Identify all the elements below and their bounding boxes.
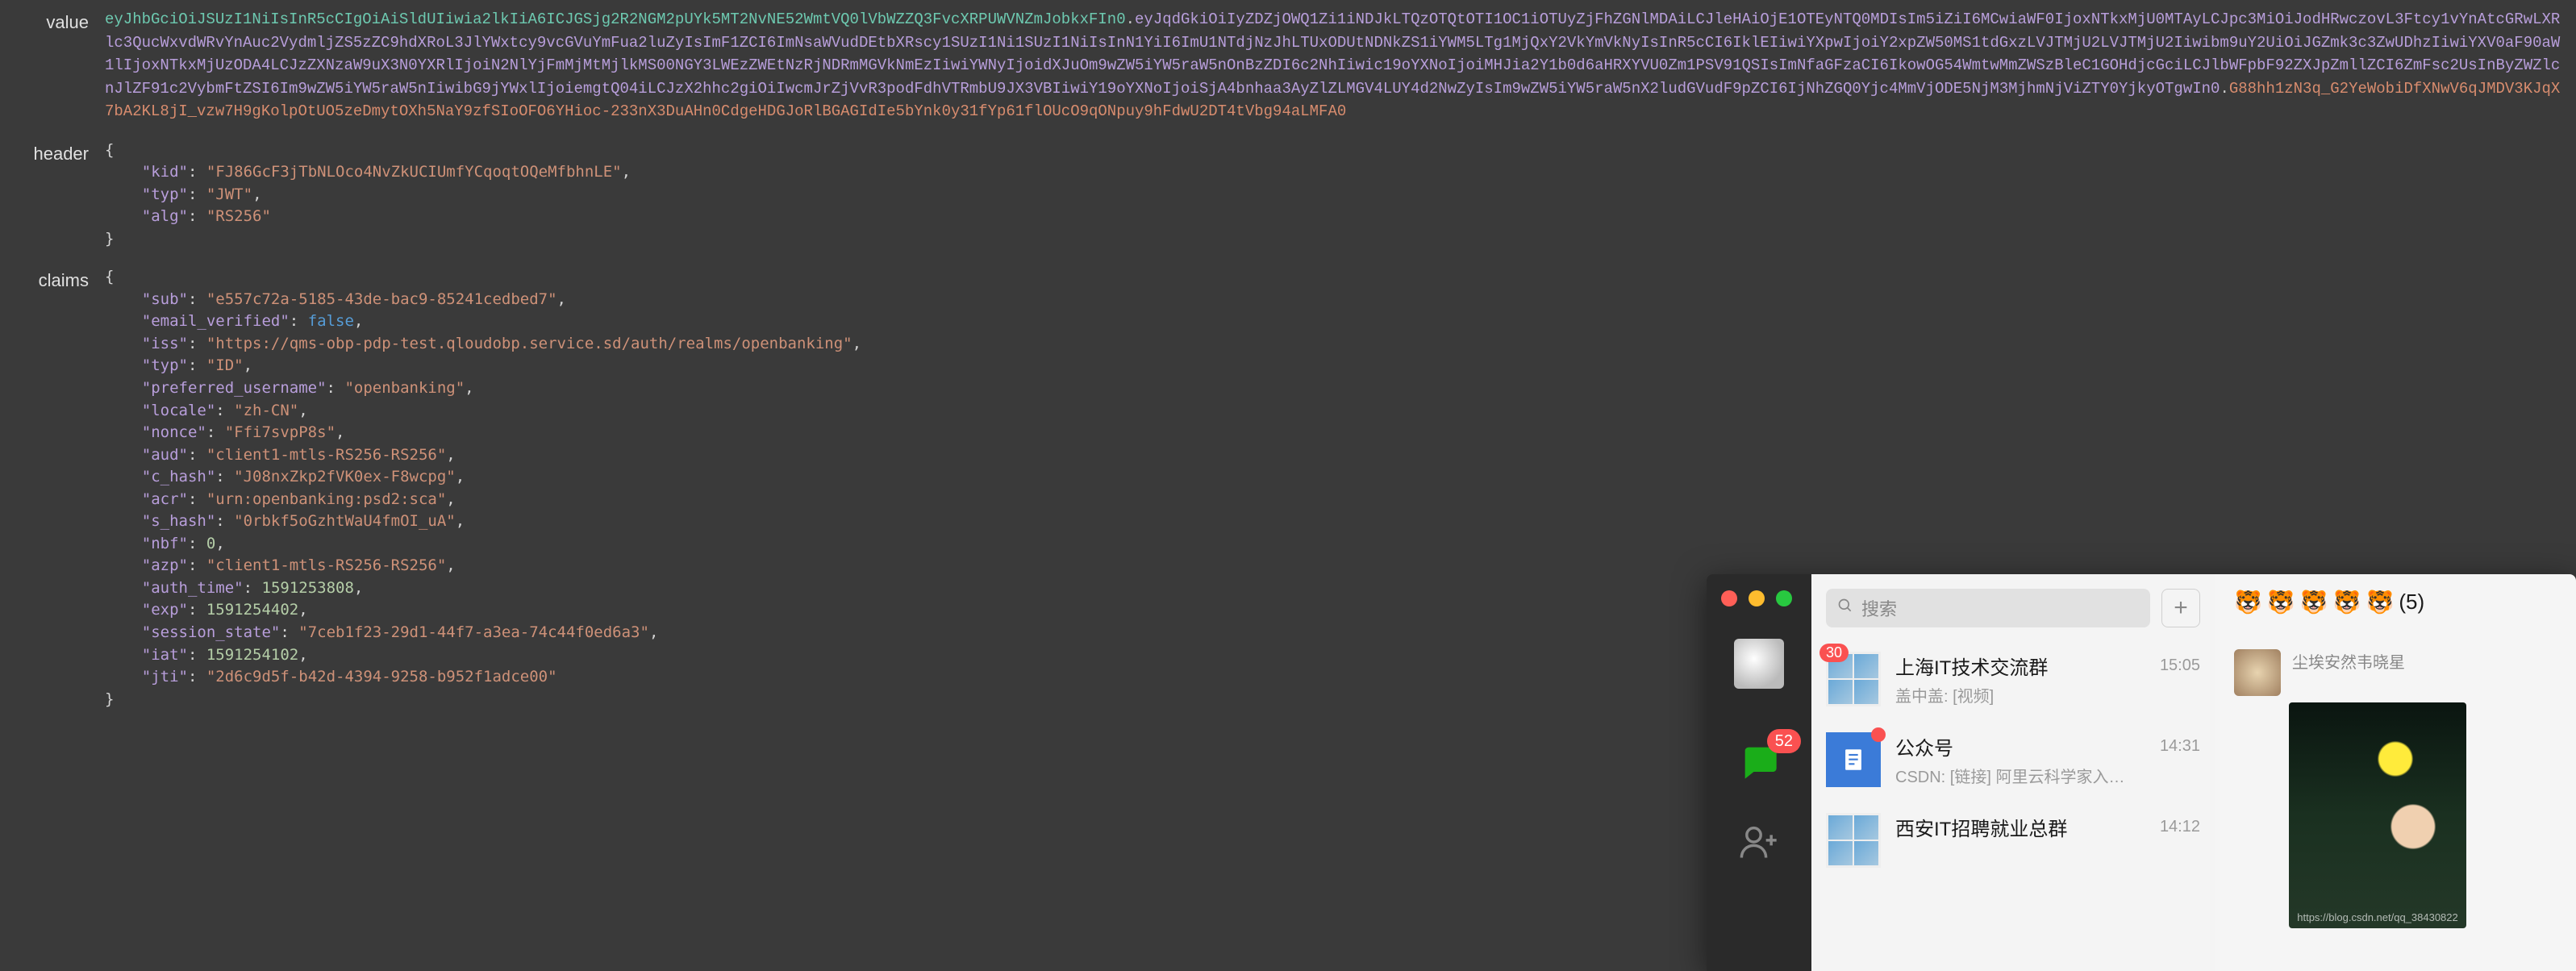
message-image[interactable]: https://blog.csdn.net/qq_38430822 [2289, 702, 2466, 928]
chat-time: 15:05 [2160, 656, 2200, 675]
chat-info: 西安IT招聘就业总群 14:12 [1895, 813, 2200, 841]
tiger-icon: 🐯 [2300, 589, 2328, 615]
maximize-window-button[interactable] [1776, 590, 1792, 606]
group-avatar-icon [1826, 813, 1881, 868]
chat-header: 🐯 🐯 🐯 🐯 🐯 (5) [2215, 574, 2576, 630]
jwt-claims-json[interactable]: { "sub": "e557c72a-5185-43de-bac9-85241c… [105, 266, 861, 711]
contacts-tab[interactable] [1738, 821, 1780, 860]
wechat-window[interactable]: 52 搜索 + 30 上海IT技术交流群 15:05 盖中盖: [视频] 公众号 14:3… [1707, 574, 2576, 971]
minimize-window-button[interactable] [1749, 590, 1765, 606]
chats-tab[interactable]: 52 [1738, 740, 1780, 779]
sender-avatar[interactable] [2234, 649, 2281, 696]
chat-avatar [1826, 732, 1881, 787]
search-icon [1837, 598, 1853, 619]
search-row: 搜索 + [1811, 574, 2215, 639]
chat-time: 14:12 [2160, 818, 2200, 836]
chat-list-item[interactable]: 30 上海IT技术交流群 15:05 盖中盖: [视频] [1811, 639, 2215, 719]
chat-list-pane: 搜索 + 30 上海IT技术交流群 15:05 盖中盖: [视频] 公众号 14:31 CS… [1811, 574, 2215, 971]
image-watermark: https://blog.csdn.net/qq_38430822 [2294, 911, 2461, 923]
chat-preview: CSDN: [链接] 阿里云科学家入… [1895, 764, 2200, 787]
close-window-button[interactable] [1721, 590, 1737, 606]
search-placeholder: 搜索 [1861, 595, 1897, 621]
chat-info: 上海IT技术交流群 15:05 盖中盖: [视频] [1895, 652, 2200, 706]
tiger-icon: 🐯 [2366, 589, 2395, 615]
chat-unread-dot [1871, 727, 1886, 742]
jwt-dot: . [1126, 10, 1135, 28]
jwt-header-segment: eyJhbGciOiJSUzI1NiIsInR5cCIgOiAiSldUIiwi… [105, 10, 1126, 28]
new-chat-button[interactable]: + [2161, 589, 2200, 627]
window-controls [1707, 584, 1792, 626]
chat-preview: 盖中盖: [视频] [1895, 683, 2200, 706]
jwt-value-row: value eyJhbGciOiJSUzI1NiIsInR5cCIgOiAiSl… [8, 8, 2576, 123]
jwt-raw-value[interactable]: eyJhbGciOiJSUzI1NiIsInR5cCIgOiAiSldUIiwi… [105, 8, 2565, 123]
chat-info: 公众号 14:31 CSDN: [链接] 阿里云科学家入… [1895, 732, 2200, 787]
chat-content-pane: 🐯 🐯 🐯 🐯 🐯 (5) 尘埃安然韦晓星 https://blog.csdn.… [2215, 574, 2576, 971]
user-avatar[interactable] [1734, 639, 1784, 689]
chat-list: 30 上海IT技术交流群 15:05 盖中盖: [视频] 公众号 14:31 CSDN: [… [1811, 639, 2215, 881]
jwt-header-row: header { "kid": "FJ86GcF3jTbNLOco4NvZkUC… [8, 140, 2576, 251]
chat-unread-badge: 30 [1819, 644, 1849, 662]
chat-body[interactable]: 尘埃安然韦晓星 https://blog.csdn.net/qq_3843082… [2215, 630, 2576, 971]
jwt-dot: . [2220, 80, 2228, 98]
tiger-icon: 🐯 [2234, 589, 2262, 615]
header-label: header [8, 140, 105, 168]
chat-title: 上海IT技术交流群 [1895, 652, 2048, 680]
chat-avatar [1826, 813, 1881, 868]
chat-title-suffix: (5) [2399, 590, 2424, 615]
chat-title: 公众号 [1895, 732, 1953, 761]
chat-list-item[interactable]: 西安IT招聘就业总群 14:12 [1811, 800, 2215, 881]
sender-name: 尘埃安然韦晓星 [2292, 649, 2405, 696]
unread-badge: 52 [1767, 729, 1801, 753]
search-input[interactable]: 搜索 [1826, 589, 2150, 627]
chat-avatar: 30 [1826, 652, 1881, 706]
message: 尘埃安然韦晓星 [2234, 649, 2557, 696]
claims-label: claims [8, 266, 105, 294]
wechat-sidebar: 52 [1707, 574, 1811, 971]
chat-time: 14:31 [2160, 737, 2200, 756]
value-label: value [8, 8, 105, 36]
chat-list-item[interactable]: 公众号 14:31 CSDN: [链接] 阿里云科学家入… [1811, 719, 2215, 800]
chat-title: 西安IT招聘就业总群 [1895, 813, 2067, 841]
tiger-icon: 🐯 [2267, 589, 2295, 615]
jwt-header-json[interactable]: { "kid": "FJ86GcF3jTbNLOco4NvZkUCIUmfYCq… [105, 140, 631, 251]
tiger-icon: 🐯 [2333, 589, 2361, 615]
official-account-icon [1826, 732, 1881, 787]
